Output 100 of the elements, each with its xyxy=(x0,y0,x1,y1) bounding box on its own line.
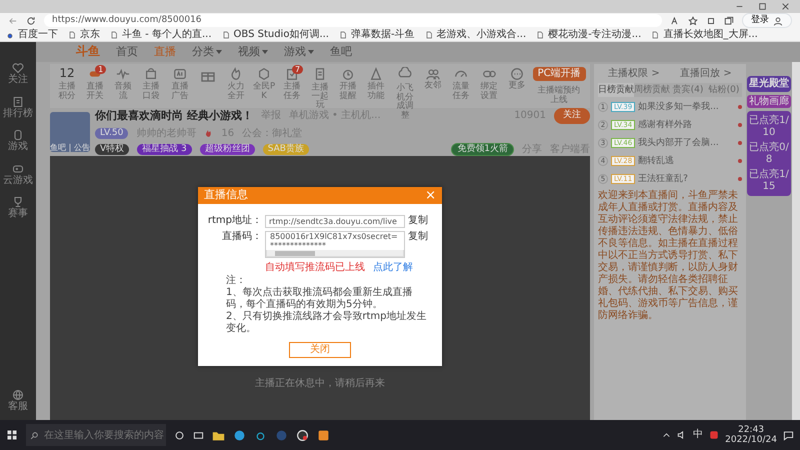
tab[interactable]: 钻粉(0) xyxy=(706,82,742,97)
collections-icon[interactable] xyxy=(724,16,734,26)
close-button[interactable]: × xyxy=(425,188,436,202)
waveform-icon[interactable] xyxy=(116,67,130,81)
windows-start-icon[interactable] xyxy=(6,429,18,441)
input-field[interactable]: 8500016r1X9lC81x7xs0secret=************** xyxy=(265,230,405,258)
clock-time[interactable]: 22:43 xyxy=(738,424,764,435)
status-dot xyxy=(738,123,742,128)
nav-link[interactable]: 首页 xyxy=(116,46,138,58)
start-stream-button[interactable]: PC端开播 xyxy=(532,67,586,80)
panel-link[interactable]: 主播权限 > xyxy=(608,68,660,80)
bookmark-link[interactable]: 直播长效地图_大屏... xyxy=(651,28,758,40)
task-view-icon[interactable] xyxy=(193,430,204,440)
tool-label[interactable]: 主播任务 xyxy=(280,82,304,100)
panel-link[interactable]: 直播回放 > xyxy=(680,68,732,80)
site-logo[interactable]: 斗鱼 xyxy=(76,45,100,59)
privilege-tag[interactable]: V特权 xyxy=(95,144,130,155)
thumbnail-caption: 鱼吧 | 公告 xyxy=(50,142,90,152)
tool-label[interactable]: 主播口袋 xyxy=(140,82,163,100)
favorite-star-icon[interactable] xyxy=(688,16,698,26)
copy-link[interactable]: 复制 xyxy=(408,230,428,242)
tool-label[interactable]: 友邻 xyxy=(424,82,442,91)
circle-icon[interactable] xyxy=(174,430,185,440)
status-dot xyxy=(738,105,742,110)
read-aloud-icon[interactable] xyxy=(670,16,680,26)
hexagon-icon[interactable] xyxy=(256,67,271,81)
page-icon xyxy=(110,30,118,38)
sidebar-item[interactable]: 排行榜 xyxy=(3,96,33,119)
tool-label[interactable]: 更多 xyxy=(508,82,526,91)
bookmark-link[interactable]: OBS Studio如何调... xyxy=(222,28,329,40)
ad-screen-icon[interactable] xyxy=(172,67,187,81)
app-icon[interactable] xyxy=(317,428,330,442)
learn-more-link[interactable]: 点此了解 xyxy=(373,262,413,274)
page-icon xyxy=(424,30,433,38)
bookmark-link[interactable]: 樱花动漫-专注动漫... xyxy=(536,28,642,40)
record-icon[interactable] xyxy=(296,428,309,442)
tool-label[interactable]: 直播开关 xyxy=(84,82,106,100)
copy-link[interactable]: 复制 xyxy=(408,214,428,226)
nav-link[interactable]: 视频 xyxy=(238,46,268,58)
tool-label[interactable]: 直播广告 xyxy=(168,82,191,100)
tool-label[interactable]: 小飞机分成调整 xyxy=(393,84,416,120)
flame-icon[interactable] xyxy=(228,67,243,81)
people-icon[interactable] xyxy=(426,67,440,81)
page-icon xyxy=(651,30,660,38)
privilege-tag[interactable]: SAB贵族 xyxy=(262,144,309,155)
page-icon xyxy=(536,30,544,38)
scrollbar[interactable] xyxy=(792,62,800,420)
count-badge: 1 xyxy=(95,65,106,74)
follow-button[interactable]: 关注 xyxy=(554,108,590,124)
checklist-icon[interactable] xyxy=(285,67,300,81)
warning-text: 自动填写推流码已上线 xyxy=(265,262,365,274)
bookmark-link[interactable]: 弹幕数据-斗鱼 xyxy=(338,28,415,40)
input-field[interactable]: rtmp://sendtc3a.douyu.com/live xyxy=(265,214,405,228)
sidebar-item[interactable]: 关注 xyxy=(8,62,28,86)
tool-label[interactable]: 主播一起玩 xyxy=(309,83,332,110)
tool-label[interactable]: 插件功能 xyxy=(365,82,388,100)
privilege-tag[interactable]: 超级粉丝团 xyxy=(200,144,255,155)
user-name: 翻转乱逃 xyxy=(638,156,674,167)
field-label: rtmp地址： xyxy=(206,214,262,226)
tab[interactable]: 日榜贡献 xyxy=(598,82,634,97)
nav-link[interactable]: 分类 xyxy=(192,46,222,58)
back-arrow-icon[interactable] xyxy=(8,16,18,26)
search-field[interactable]: 在这里输入你要搜索的内容 xyxy=(26,424,166,446)
close-icon[interactable] xyxy=(781,2,790,11)
tool-label[interactable]: 流量任务 xyxy=(450,82,472,100)
bookmark-link[interactable]: 百度一下 xyxy=(6,28,58,40)
sidebar-item[interactable]: 游戏 xyxy=(8,129,28,152)
tool-label[interactable]: 全民PK xyxy=(252,82,276,100)
bag-icon[interactable] xyxy=(144,67,158,81)
sidebar-item[interactable]: 客服 xyxy=(8,388,28,412)
tool-label[interactable]: 开播提醒 xyxy=(337,82,360,100)
login-button[interactable]: 登录 xyxy=(742,12,792,28)
address-bar[interactable]: https://www.douyu.com/8500016 xyxy=(44,14,662,27)
nav-link[interactable]: 直播 xyxy=(154,46,176,58)
nav-link[interactable]: 鱼吧 xyxy=(330,46,352,58)
privilege-tag[interactable]: 福星抽战 3 xyxy=(137,144,192,155)
clock-date[interactable]: 2022/10/24 xyxy=(725,435,777,446)
bookmark-link[interactable]: 斗鱼 - 每个人的直... xyxy=(110,28,212,40)
rocket-button[interactable]: 免费领1火箭 xyxy=(451,143,514,156)
alarm-clock-icon[interactable] xyxy=(341,67,356,81)
chevron-up-icon[interactable] xyxy=(662,430,672,440)
input-method-indicator[interactable]: 中 xyxy=(693,429,704,441)
close-dialog-button[interactable]: 关闭 xyxy=(289,342,351,358)
more-icon[interactable] xyxy=(510,67,524,81)
sidebar-item[interactable]: 云游戏 xyxy=(3,162,33,186)
tool-label[interactable]: 绑定设置 xyxy=(478,82,500,100)
maximize-icon[interactable] xyxy=(758,2,767,11)
bookmark-link[interactable]: 老游戏、小游戏合... xyxy=(424,28,526,40)
notification-icon[interactable] xyxy=(783,430,794,440)
extensions-icon[interactable] xyxy=(706,16,716,26)
tab[interactable]: 周榜贡献 xyxy=(634,82,670,97)
app-tray-icon[interactable] xyxy=(709,430,720,440)
refresh-icon[interactable] xyxy=(26,16,36,26)
tool-label[interactable]: 火力全开 xyxy=(224,82,247,100)
tool-label[interactable]: 音频流 xyxy=(112,82,134,100)
tab[interactable]: 贵宾(4) xyxy=(670,82,706,97)
nav-link[interactable]: 游戏 xyxy=(284,46,314,58)
promo-tab[interactable]: 礼物画廊 xyxy=(747,94,791,108)
sidebar-item[interactable]: 赛事 xyxy=(8,196,28,220)
bookmark-link[interactable]: 京东 xyxy=(68,28,100,40)
